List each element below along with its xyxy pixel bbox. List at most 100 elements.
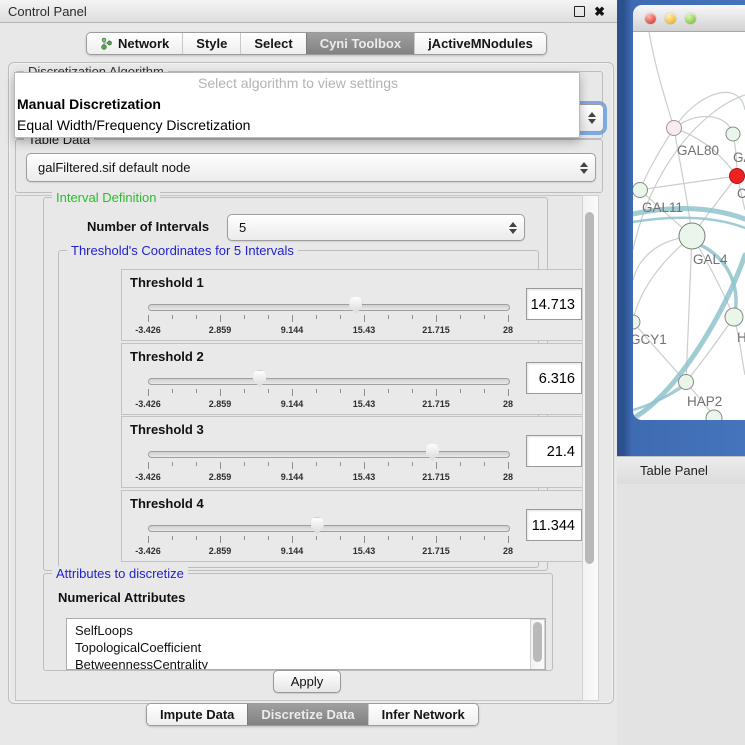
slider-tick xyxy=(220,536,221,543)
slider-tick-label: 9.144 xyxy=(281,399,304,409)
attributes-group-title: Attributes to discretize xyxy=(52,566,188,581)
node-label-gal80: GAL80 xyxy=(677,143,719,158)
attribute-list-item[interactable]: TopologicalCoefficient xyxy=(67,639,545,656)
threshold-slider-track[interactable] xyxy=(148,378,510,385)
tab-label: Impute Data xyxy=(160,707,234,722)
slider-tick-label: 2.859 xyxy=(209,472,232,482)
tab-infer-network[interactable]: Infer Network xyxy=(368,704,478,725)
slider-tick xyxy=(484,462,485,466)
num-intervals-value: 5 xyxy=(239,220,246,235)
threshold-slider-thumb[interactable] xyxy=(253,371,266,388)
slider-tick xyxy=(148,315,149,322)
node-bottom[interactable] xyxy=(706,410,722,420)
slider-tick xyxy=(268,536,269,540)
tab-label: Discretize Data xyxy=(261,707,354,722)
network-edge xyxy=(674,92,745,128)
slider-tick xyxy=(460,462,461,466)
tab-cyni-toolbox[interactable]: Cyni Toolbox xyxy=(306,33,414,54)
threshold-slider-thumb[interactable] xyxy=(311,518,324,535)
node-gal80[interactable] xyxy=(667,121,682,136)
thresholds-group-title: Threshold's Coordinates for 5 Intervals xyxy=(67,243,298,258)
list-scrollbar[interactable] xyxy=(530,619,545,670)
slider-tick xyxy=(172,389,173,393)
slider-tick-label: 9.144 xyxy=(281,546,304,556)
table-panel-body: ⚙ ☑☑ shared...n YDL19...YDL1YDR27...YDR2… xyxy=(617,484,745,745)
slider-tick xyxy=(244,389,245,393)
tab-label: Style xyxy=(196,36,227,51)
node-label-gcy1: GCY1 xyxy=(633,332,667,347)
network-canvas[interactable]: GAL80GACGAL11GAL4GCY1HHAP2 xyxy=(633,32,745,420)
threshold-value-field[interactable]: 14.713 xyxy=(526,288,582,320)
node-h[interactable] xyxy=(725,308,743,326)
dropdown-placeholder: Select algorithm to view settings xyxy=(15,73,579,94)
slider-tick-label: -3.426 xyxy=(135,399,161,409)
threshold-label: Threshold 2 xyxy=(130,349,204,364)
slider-tick xyxy=(364,315,365,322)
slider-tick xyxy=(484,315,485,319)
attribute-list-item[interactable]: BetweennessCentrality xyxy=(67,656,545,670)
dropdown-item-equal-width[interactable]: Equal Width/Frequency Discretization xyxy=(15,115,579,136)
apply-button[interactable]: Apply xyxy=(273,670,341,693)
node-gcy1[interactable] xyxy=(633,315,640,329)
numerical-attributes-list[interactable]: SelfLoopsTopologicalCoefficientBetweenne… xyxy=(66,618,546,670)
threshold-panel-2: Threshold 2-3.4262.8599.14415.4321.71528… xyxy=(121,343,590,415)
slider-tick-label: 28 xyxy=(503,472,513,482)
slider-tick xyxy=(268,315,269,319)
network-window-titlebar[interactable] xyxy=(633,5,745,32)
minimize-traffic-light-icon[interactable] xyxy=(665,13,676,24)
node-left[interactable] xyxy=(633,183,648,198)
slider-tick-label: 15.43 xyxy=(353,472,376,482)
tab-style[interactable]: Style xyxy=(182,33,240,54)
slider-tick xyxy=(196,462,197,466)
slider-tick-label: 2.859 xyxy=(209,546,232,556)
slider-tick xyxy=(220,462,221,469)
slider-tick xyxy=(340,389,341,393)
slider-tick-label: 15.43 xyxy=(353,399,376,409)
bottom-tab-bar: Impute Data Discretize Data Infer Network xyxy=(146,703,479,726)
slider-tick xyxy=(244,315,245,319)
zoom-traffic-light-icon[interactable] xyxy=(685,13,696,24)
threshold-value-field[interactable]: 6.316 xyxy=(526,362,582,394)
slider-tick xyxy=(172,462,173,466)
threshold-value-field[interactable]: 11.344 xyxy=(526,509,582,541)
threshold-label: Threshold 1 xyxy=(130,275,204,290)
slider-tick-label: 21.715 xyxy=(422,325,450,335)
node-top-right[interactable] xyxy=(726,127,740,141)
node-label-gal11: GAL11 xyxy=(642,200,683,215)
tab-jactivemnodules[interactable]: jActiveMNodules xyxy=(414,33,546,54)
slider-tick xyxy=(316,315,317,319)
slider-tick-label: 9.144 xyxy=(281,325,304,335)
node-red[interactable] xyxy=(730,169,745,184)
node-label-hap2: HAP2 xyxy=(687,394,722,409)
close-icon[interactable]: ✖ xyxy=(594,5,605,18)
slider-tick xyxy=(148,462,149,469)
threshold-slider-thumb[interactable] xyxy=(349,297,362,314)
tab-network[interactable]: Network xyxy=(87,33,182,54)
threshold-slider-thumb[interactable] xyxy=(426,444,439,461)
slider-tick xyxy=(292,389,293,396)
slider-tick xyxy=(412,315,413,319)
tab-impute-data[interactable]: Impute Data xyxy=(147,704,247,725)
dropdown-item-manual[interactable]: Manual Discretization xyxy=(15,94,579,115)
threshold-slider-track[interactable] xyxy=(148,451,510,458)
threshold-slider-track[interactable] xyxy=(148,525,510,532)
tab-discretize-data[interactable]: Discretize Data xyxy=(247,704,367,725)
attribute-list-item[interactable]: SelfLoops xyxy=(67,622,545,639)
threshold-slider-track[interactable] xyxy=(148,304,510,311)
slider-tick xyxy=(388,389,389,393)
network-icon xyxy=(100,37,113,50)
node-gal4[interactable] xyxy=(679,223,705,249)
close-traffic-light-icon[interactable] xyxy=(645,13,656,24)
tab-label: jActiveMNodules xyxy=(428,36,533,51)
network-edge xyxy=(633,236,692,320)
combo-stepper-icon xyxy=(588,112,596,124)
table-data-value: galFiltered.sif default node xyxy=(38,160,190,175)
num-intervals-combobox[interactable]: 5 xyxy=(227,214,525,241)
node-hap2[interactable] xyxy=(679,375,694,390)
threshold-value-field[interactable]: 21.4 xyxy=(526,435,582,467)
table-data-combobox[interactable]: galFiltered.sif default node xyxy=(26,153,596,182)
panel-scrollbar[interactable] xyxy=(582,195,599,701)
tab-select[interactable]: Select xyxy=(240,33,305,54)
slider-tick xyxy=(172,315,173,319)
float-window-icon[interactable] xyxy=(574,6,585,17)
